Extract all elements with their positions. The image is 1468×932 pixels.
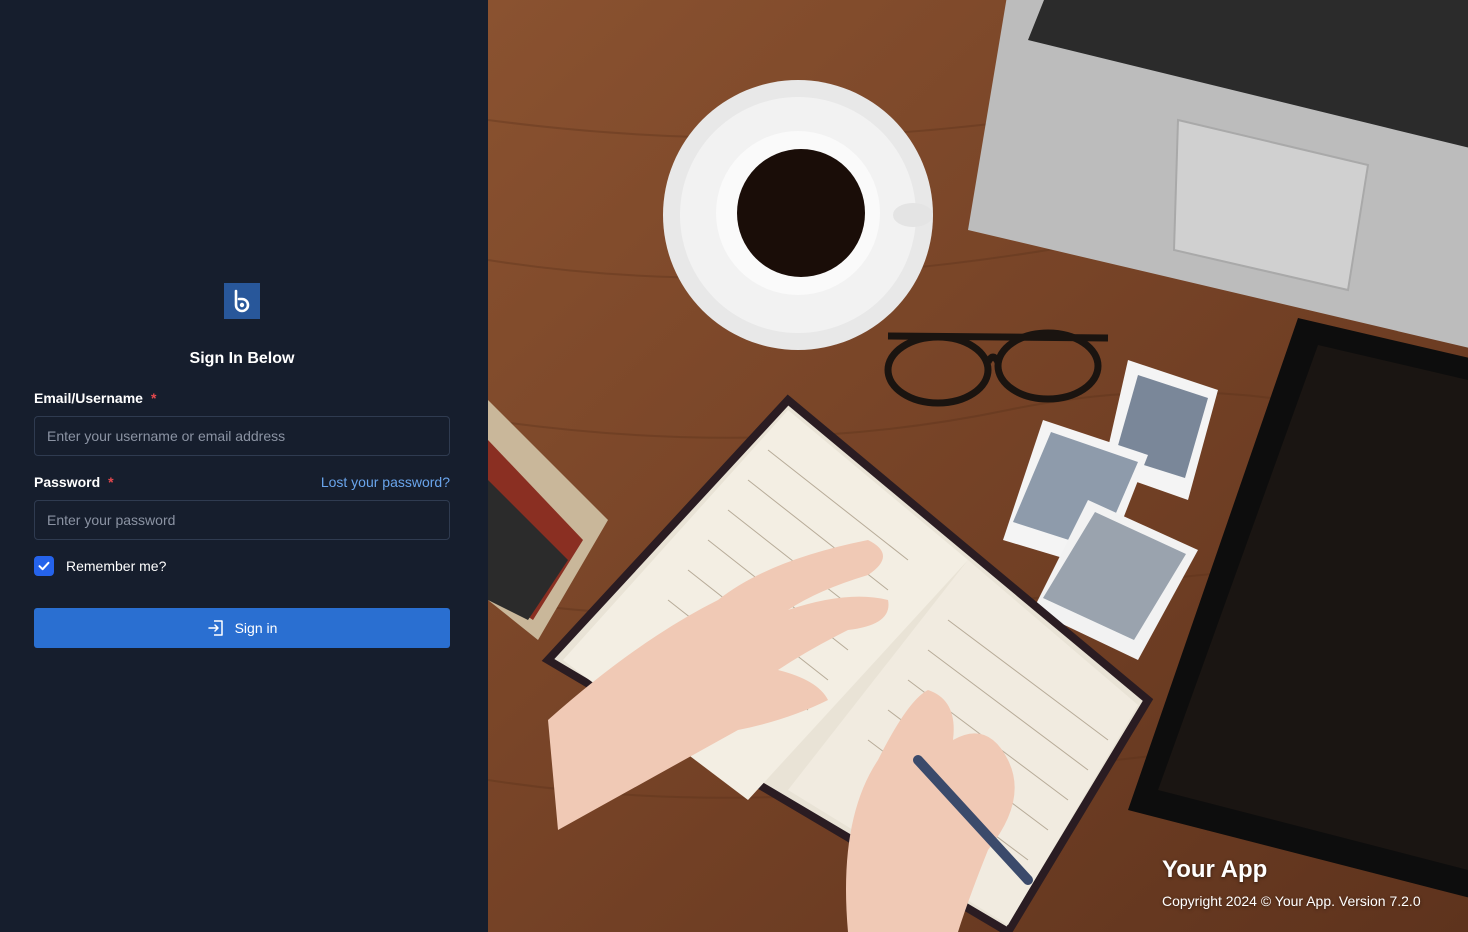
- sign-in-button[interactable]: Sign in: [34, 608, 450, 648]
- email-input[interactable]: [34, 416, 450, 456]
- hero-image: Your App Copyright 2024 © Your App. Vers…: [488, 0, 1468, 932]
- sign-in-label: Sign in: [234, 620, 278, 636]
- copyright-text: Copyright 2024 © Your App. Version 7.2.0: [1162, 893, 1421, 909]
- remember-me-label[interactable]: Remember me?: [66, 558, 166, 574]
- required-marker: *: [108, 474, 114, 490]
- desk-photo-illustration: [488, 0, 1468, 932]
- form-heading: Sign In Below: [189, 350, 295, 367]
- required-marker: *: [150, 390, 157, 406]
- email-label-text: Email/Username: [34, 390, 143, 406]
- lost-password-link[interactable]: Lost your password?: [321, 474, 450, 490]
- password-input[interactable]: [34, 500, 450, 540]
- password-label-text: Password: [34, 474, 101, 490]
- checkmark-icon: [38, 561, 50, 571]
- password-label: Password *: [34, 474, 114, 490]
- coffee-cup: [663, 80, 933, 350]
- app-name: Your App: [1162, 856, 1268, 883]
- sign-in-icon: [207, 620, 223, 636]
- remember-me-checkbox[interactable]: [34, 556, 54, 576]
- login-panel: Sign In Below Email/Username* Password* …: [0, 0, 488, 932]
- logo-icon: [224, 283, 260, 319]
- email-label: Email/Username *: [34, 390, 156, 406]
